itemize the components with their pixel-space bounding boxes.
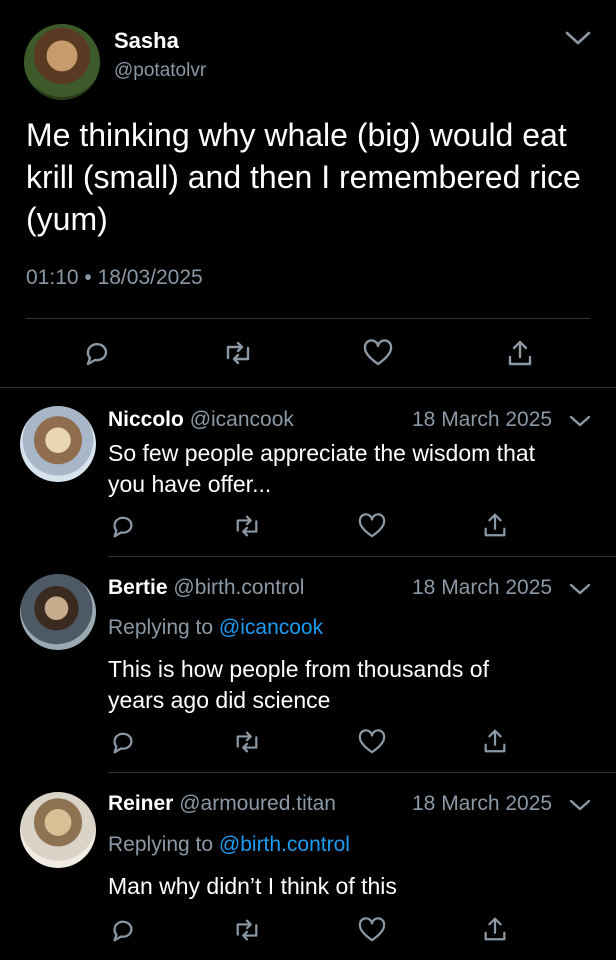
replying-to-handle[interactable]: @icancook [219,616,323,639]
reply-icon[interactable] [109,512,137,540]
reply-header: Bertie @birth.control [108,576,304,600]
reply-header: Niccolo @icancook [108,408,294,432]
reply-text-line: years ago did science [108,687,331,713]
reply-date: 18 March 2025 [412,576,553,599]
like-icon[interactable] [357,729,387,755]
like-icon[interactable] [357,917,387,943]
retweet-icon[interactable] [222,339,254,367]
author-handle[interactable]: @armoured.titan [179,792,336,815]
share-icon[interactable] [481,510,509,540]
divider [0,387,616,388]
tweet-timestamp: 01:10 • 18/03/2025 [26,266,203,289]
avatar[interactable] [20,406,96,482]
replying-to: Replying to @icancook [108,616,323,640]
replying-to-label: Replying to [108,833,214,856]
reply-text-line: Man why didn’t I think of this [108,873,397,899]
author-name[interactable]: Sasha [114,28,179,54]
avatar[interactable] [24,24,100,100]
reply-text-line: So few people appreciate the wisdom that [108,440,536,466]
share-icon[interactable] [481,914,509,944]
reply-header: Reiner @armoured.titan [108,792,336,816]
chevron-down-icon[interactable] [564,28,592,48]
author-name[interactable]: Bertie [108,576,168,599]
reply-icon[interactable] [109,728,137,756]
reply-date: 18 March 2025 [412,408,553,431]
author-handle[interactable]: @birth.control [173,576,304,599]
reply-icon[interactable] [109,916,137,944]
reply-text-line: you have offer... [108,471,272,497]
like-icon[interactable] [362,339,394,367]
share-icon[interactable] [505,337,535,369]
chevron-down-icon[interactable] [568,580,592,598]
reply-icon[interactable] [82,338,112,368]
retweet-icon[interactable] [232,729,262,755]
share-icon[interactable] [481,726,509,756]
author-handle[interactable]: @icancook [190,408,294,431]
avatar[interactable] [20,792,96,868]
retweet-icon[interactable] [232,917,262,943]
replying-to: Replying to @birth.control [108,833,350,857]
author-name[interactable]: Niccolo [108,408,184,431]
reply-date: 18 March 2025 [412,792,553,815]
like-icon[interactable] [357,513,387,539]
chevron-down-icon[interactable] [568,412,592,430]
divider [108,772,616,773]
chevron-down-icon[interactable] [568,796,592,814]
divider [26,318,590,319]
author-name[interactable]: Reiner [108,792,173,815]
reply-text-line: This is how people from thousands of [108,656,489,682]
replying-to-handle[interactable]: @birth.control [219,833,350,856]
retweet-icon[interactable] [232,513,262,539]
divider [108,556,616,557]
avatar[interactable] [20,574,96,650]
replying-to-label: Replying to [108,616,214,639]
author-handle[interactable]: @potatolvr [114,60,206,82]
tweet-text: Me thinking why whale (big) would eat kr… [26,117,581,237]
